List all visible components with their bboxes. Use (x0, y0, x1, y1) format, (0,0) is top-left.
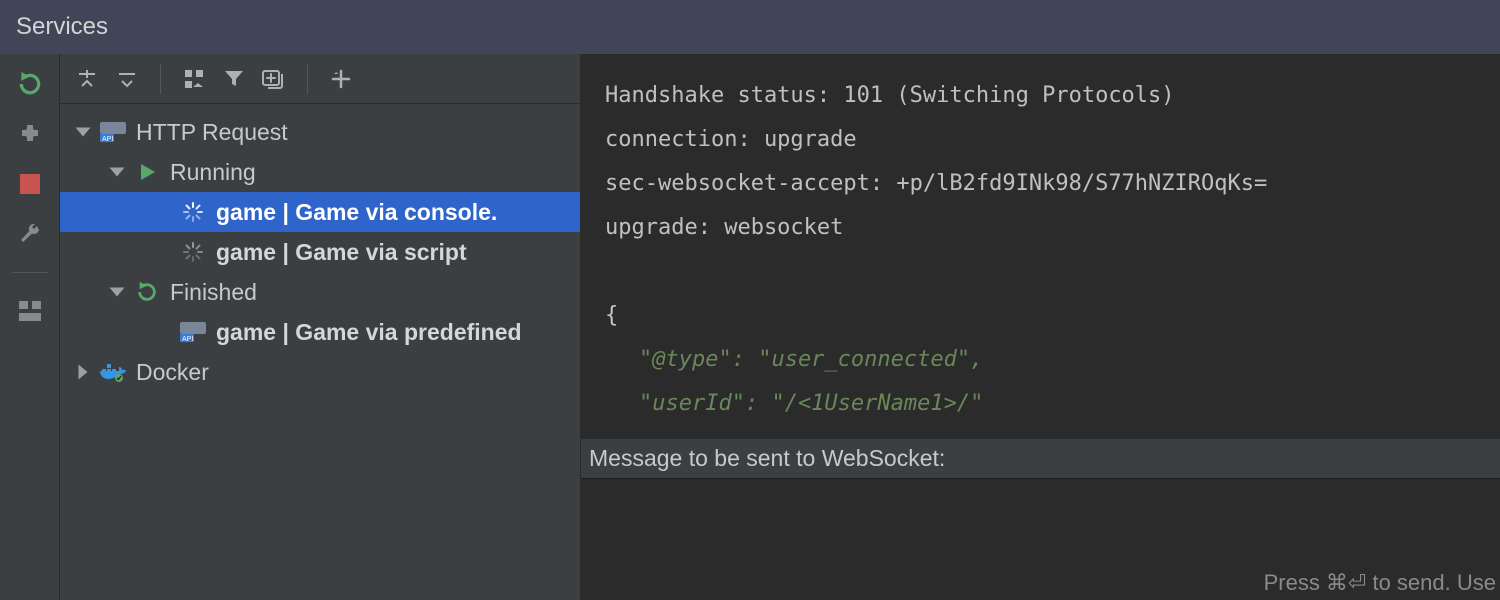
wrench-icon[interactable] (14, 218, 46, 250)
content-area: API HTTP Request Running (0, 54, 1500, 600)
tree-item-label: game | Game via console. (216, 199, 497, 226)
tree-item-game-script[interactable]: game | Game via script (60, 232, 580, 272)
rerun-green-icon (134, 281, 160, 303)
loading-spinner-icon (180, 201, 206, 223)
tree-label: Running (170, 159, 256, 186)
send-hint: Press ⌘⏎ to send. Use (1264, 570, 1496, 596)
left-gutter (0, 54, 60, 600)
tree-item-game-console[interactable]: game | Game via console. (60, 192, 580, 232)
right-pane: Handshake status: 101 (Switching Protoco… (580, 54, 1500, 600)
open-new-tab-button[interactable] (257, 62, 291, 96)
chevron-down-icon (74, 123, 92, 141)
websocket-message-input[interactable]: Press ⌘⏎ to send. Use (581, 478, 1500, 600)
play-icon (134, 161, 160, 183)
output-line: connection: upgrade (605, 127, 857, 152)
group-by-button[interactable] (177, 62, 211, 96)
tree-item-game-predefined[interactable]: API game | Game via predefined (60, 312, 580, 352)
api-icon: API (180, 321, 206, 343)
api-icon: API (100, 121, 126, 143)
output-line: upgrade: websocket (605, 215, 843, 240)
layout-icon[interactable] (14, 295, 46, 327)
message-label: Message to be sent to WebSocket: (589, 445, 945, 472)
add-button[interactable] (324, 62, 358, 96)
filter-button[interactable] (217, 62, 251, 96)
tree-node-running[interactable]: Running (60, 152, 580, 192)
chevron-down-icon (108, 163, 126, 181)
json-line: "userId": "/<1UserName1>/" (639, 391, 983, 416)
tree-label: HTTP Request (136, 119, 288, 146)
message-label-bar: Message to be sent to WebSocket: (581, 438, 1500, 478)
toolbar-separator-2 (307, 64, 308, 94)
tree-node-docker[interactable]: Docker (60, 352, 580, 392)
response-output[interactable]: Handshake status: 101 (Switching Protoco… (581, 54, 1500, 438)
svg-text:API: API (182, 336, 193, 342)
json-line: "@type": "user_connected", (639, 347, 983, 372)
tree-item-label: game | Game via script (216, 239, 467, 266)
tree-pane: API HTTP Request Running (60, 54, 580, 600)
tree-node-http-request[interactable]: API HTTP Request (60, 112, 580, 152)
tree-toolbar (60, 54, 580, 104)
collapse-all-button[interactable] (110, 62, 144, 96)
extension-icon[interactable] (14, 118, 46, 150)
output-line: sec-websocket-accept: +p/lB2fd9INk98/S77… (605, 171, 1267, 196)
tree-item-label: game | Game via predefined (216, 319, 522, 346)
json-brace: { (605, 303, 618, 328)
services-tree[interactable]: API HTTP Request Running (60, 104, 580, 600)
panel-title: Services (16, 13, 108, 41)
output-line: Handshake status: 101 (Switching Protoco… (605, 83, 1175, 108)
stop-button[interactable] (14, 168, 46, 200)
tree-label: Docker (136, 359, 209, 386)
expand-all-button[interactable] (70, 62, 104, 96)
rerun-button[interactable] (14, 68, 46, 100)
tree-node-finished[interactable]: Finished (60, 272, 580, 312)
tree-label: Finished (170, 279, 257, 306)
loading-spinner-icon (180, 241, 206, 263)
docker-icon (100, 361, 126, 383)
svg-text:API: API (102, 136, 113, 142)
gutter-separator (12, 272, 48, 273)
chevron-down-icon (108, 283, 126, 301)
chevron-right-icon (74, 363, 92, 381)
panel-title-bar: Services (0, 0, 1500, 54)
toolbar-separator (160, 64, 161, 94)
